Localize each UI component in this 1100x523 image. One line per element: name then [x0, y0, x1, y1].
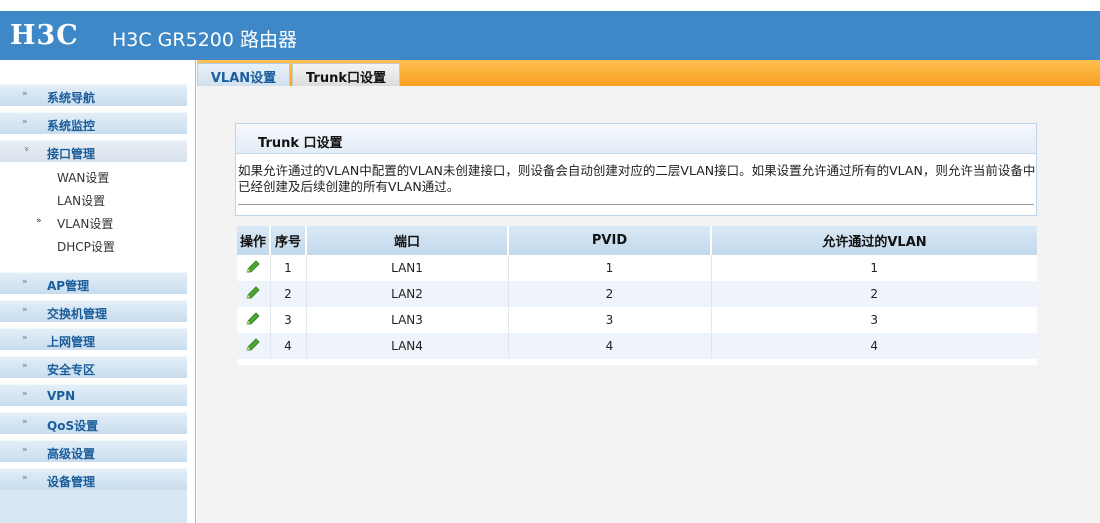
panel-description: 如果允许通过的VLAN中配置的VLAN未创建接口，则设备会自动创建对应的二层VL… — [238, 163, 1036, 194]
sidebar-item-system-nav[interactable]: » 系统导航 — [0, 84, 187, 106]
sidebar-subitem-wan[interactable]: WAN设置 — [57, 169, 109, 186]
column-header-index: 序号 — [270, 226, 307, 255]
port-cell: LAN3 — [306, 307, 509, 333]
double-chevron-right-icon: » — [22, 389, 28, 399]
sidebar-item-interface-mgmt[interactable]: » 接口管理 — [0, 140, 187, 162]
sidebar-item-vpn[interactable]: » VPN — [0, 384, 187, 406]
panel-header: Trunk 口设置 — [236, 124, 1036, 154]
double-chevron-right-icon: » — [22, 277, 28, 287]
sidebar-subitem-lan[interactable]: LAN设置 — [57, 192, 105, 209]
double-chevron-right-icon: » — [22, 417, 28, 427]
index-cell: 2 — [270, 281, 307, 307]
sidebar-item-label: 系统导航 — [47, 91, 96, 105]
pencil-edit-icon[interactable] — [245, 259, 261, 274]
allowed-vlan-cell: 3 — [711, 307, 1037, 333]
double-chevron-right-icon: » — [22, 89, 28, 99]
sidebar-item-label: 系统监控 — [47, 119, 96, 133]
table-header-row: 操作 序号 端口 PVID 允许通过的VLAN — [237, 226, 1037, 255]
index-cell: 3 — [270, 307, 307, 333]
table-row: 4 LAN4 4 4 — [237, 333, 1037, 359]
double-chevron-right-icon: » — [22, 333, 28, 343]
allowed-vlan-cell: 2 — [711, 281, 1037, 307]
double-chevron-down-icon: » — [20, 146, 31, 152]
table-footer-spacer — [237, 359, 1037, 365]
sidebar-item-label: 高级设置 — [47, 447, 96, 461]
sidebar-item-advanced[interactable]: » 高级设置 — [0, 440, 187, 462]
pencil-edit-icon[interactable] — [245, 337, 261, 352]
sidebar-item-switch-mgmt[interactable]: » 交换机管理 — [0, 300, 187, 322]
pvid-cell: 3 — [508, 307, 712, 333]
port-cell: LAN2 — [306, 281, 509, 307]
allowed-vlan-cell: 4 — [711, 333, 1037, 359]
sidebar-item-label: 接口管理 — [47, 147, 96, 161]
sidebar-item-qos[interactable]: » QoS设置 — [0, 412, 187, 434]
column-header-port: 端口 — [306, 226, 509, 255]
sidebar-item-internet-mgmt[interactable]: » 上网管理 — [0, 328, 187, 350]
chevron-right-icon: » — [36, 216, 42, 226]
divider — [238, 204, 1034, 205]
double-chevron-right-icon: » — [22, 445, 28, 455]
sidebar-item-label: 交换机管理 — [47, 307, 108, 321]
double-chevron-right-icon: » — [22, 361, 28, 371]
tab-vlan-settings[interactable]: VLAN设置 — [197, 63, 290, 86]
main-content: Trunk 口设置 如果允许通过的VLAN中配置的VLAN未创建接口，则设备会自… — [197, 86, 1100, 523]
pencil-edit-icon[interactable] — [245, 285, 261, 300]
pvid-cell: 2 — [508, 281, 712, 307]
allowed-vlan-cell: 1 — [711, 255, 1037, 281]
table-row: 2 LAN2 2 2 — [237, 281, 1037, 307]
sidebar-item-ap-mgmt[interactable]: » AP管理 — [0, 272, 187, 294]
index-cell: 4 — [270, 333, 307, 359]
product-title: H3C GR5200 路由器 — [112, 29, 297, 51]
table-row: 1 LAN1 1 1 — [237, 255, 1037, 281]
pvid-cell: 1 — [508, 255, 712, 281]
panel-title: Trunk 口设置 — [258, 136, 343, 151]
h3c-logo: H3C — [10, 20, 79, 51]
trunk-settings-panel: Trunk 口设置 如果允许通过的VLAN中配置的VLAN未创建接口，则设备会自… — [235, 123, 1037, 216]
sidebar-item-label: 安全专区 — [47, 363, 96, 377]
action-cell — [237, 307, 271, 333]
sidebar-item-label: 设备管理 — [47, 475, 96, 489]
double-chevron-right-icon: » — [22, 117, 28, 127]
sidebar-subitem-dhcp[interactable]: DHCP设置 — [57, 238, 115, 255]
sidebar-item-security[interactable]: » 安全专区 — [0, 356, 187, 378]
port-cell: LAN1 — [306, 255, 509, 281]
pencil-edit-icon[interactable] — [245, 311, 261, 326]
trunk-port-table: 操作 序号 端口 PVID 允许通过的VLAN 1 LAN1 1 1 2 LAN… — [237, 226, 1037, 359]
action-cell — [237, 281, 271, 307]
sidebar: » 系统导航 » 系统监控 » 接口管理 WAN设置 LAN设置 » VLAN设… — [0, 60, 196, 523]
column-header-allowed-vlan: 允许通过的VLAN — [711, 226, 1037, 255]
tab-trunk-settings[interactable]: Trunk口设置 — [292, 63, 400, 86]
app-header: H3C H3C GR5200 路由器 — [0, 11, 1100, 60]
index-cell: 1 — [270, 255, 307, 281]
double-chevron-right-icon: » — [22, 305, 28, 315]
sidebar-item-system-monitor[interactable]: » 系统监控 — [0, 112, 187, 134]
column-header-action: 操作 — [237, 226, 271, 255]
sidebar-subitem-vlan[interactable]: VLAN设置 — [57, 215, 113, 232]
sidebar-item-label: QoS设置 — [47, 419, 99, 433]
table-row: 3 LAN3 3 3 — [237, 307, 1037, 333]
sidebar-item-label: 上网管理 — [47, 335, 96, 349]
double-chevron-right-icon: » — [22, 473, 28, 483]
sidebar-item-label: VPN — [47, 389, 76, 403]
port-cell: LAN4 — [306, 333, 509, 359]
action-cell — [237, 333, 271, 359]
pvid-cell: 4 — [508, 333, 712, 359]
sidebar-footer — [0, 490, 187, 523]
tab-bar: VLAN设置 Trunk口设置 — [197, 60, 1100, 86]
sidebar-item-device-mgmt[interactable]: » 设备管理 — [0, 468, 187, 490]
action-cell — [237, 255, 271, 281]
sidebar-item-label: AP管理 — [47, 279, 90, 293]
column-header-pvid: PVID — [508, 226, 712, 255]
top-strip — [0, 0, 1100, 11]
